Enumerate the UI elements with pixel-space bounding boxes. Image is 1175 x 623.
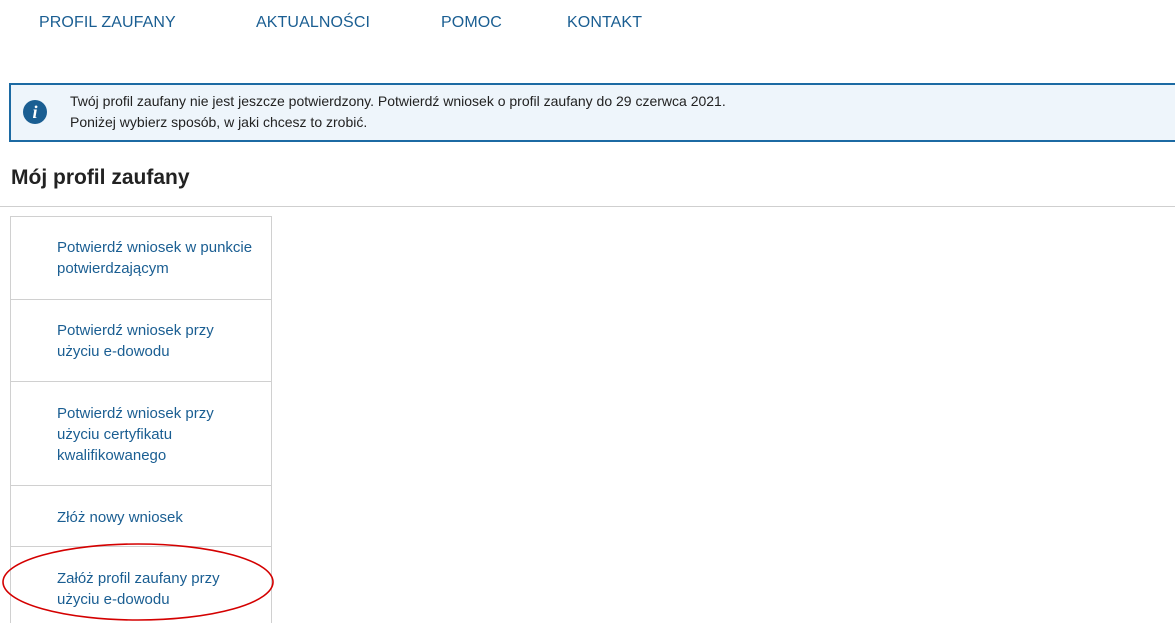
- menu-item-label: Potwierdź wniosek przy użyciu e-dowodu: [57, 322, 214, 360]
- menu-item-confirm-with-qualified-certificate[interactable]: Potwierdź wniosek przy użyciu certyfikat…: [11, 382, 271, 486]
- info-message-line-2: Poniżej wybierz sposób, w jaki chcesz to…: [70, 114, 368, 130]
- info-message-line-1: Twój profil zaufany nie jest jeszcze pot…: [70, 93, 726, 109]
- nav-link-pomoc[interactable]: POMOC: [441, 14, 502, 32]
- menu-item-new-application[interactable]: Złóż nowy wniosek: [11, 486, 271, 547]
- info-icon: i: [23, 100, 47, 124]
- menu-item-label: Załóż profil zaufany przy użyciu e-dowod…: [57, 570, 220, 608]
- menu-item-confirm-at-point[interactable]: Potwierdź wniosek w punkcie potwierdzają…: [11, 217, 271, 300]
- menu-item-label: Złóż nowy wniosek: [57, 509, 183, 526]
- menu-item-label: Potwierdź wniosek w punkcie potwierdzają…: [57, 239, 253, 277]
- info-message: Twój profil zaufany nie jest jeszcze pot…: [70, 91, 726, 133]
- page: PROFIL ZAUFANY AKTUALNOŚCI POMOC KONTAKT…: [0, 0, 1175, 623]
- side-menu: Potwierdź wniosek w punkcie potwierdzają…: [10, 216, 272, 623]
- nav-link-kontakt[interactable]: KONTAKT: [567, 14, 642, 32]
- menu-item-create-profile-with-e-id[interactable]: Załóż profil zaufany przy użyciu e-dowod…: [11, 547, 271, 623]
- heading-divider: [0, 206, 1175, 207]
- menu-item-confirm-with-e-id[interactable]: Potwierdź wniosek przy użyciu e-dowodu: [11, 300, 271, 382]
- nav-link-profil-zaufany[interactable]: PROFIL ZAUFANY: [39, 14, 176, 32]
- menu-item-label: Potwierdź wniosek przy użyciu certyfikat…: [57, 405, 214, 464]
- info-banner: i Twój profil zaufany nie jest jeszcze p…: [9, 83, 1175, 142]
- nav-link-aktualnosci[interactable]: AKTUALNOŚCI: [256, 14, 370, 32]
- page-title: Mój profil zaufany: [11, 166, 190, 189]
- top-navigation: PROFIL ZAUFANY AKTUALNOŚCI POMOC KONTAKT: [0, 0, 1175, 50]
